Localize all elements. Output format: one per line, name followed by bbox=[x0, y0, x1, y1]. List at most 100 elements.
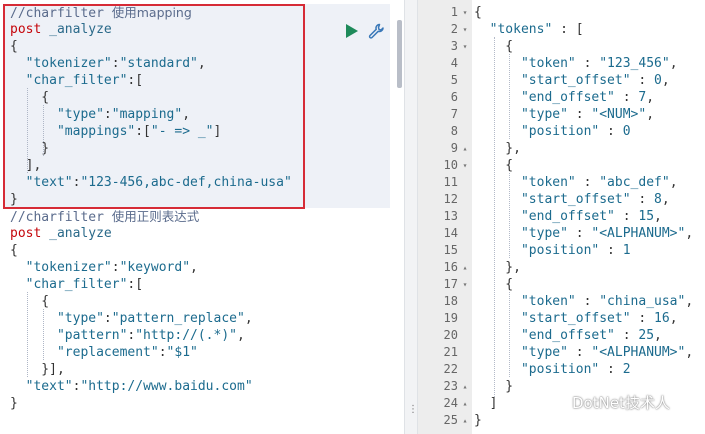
output-code: "position" : 2 bbox=[474, 361, 631, 378]
code-line[interactable]: //charfilter 使用mapping bbox=[10, 4, 192, 21]
code-token: "mapping" bbox=[111, 107, 183, 122]
code-token: , bbox=[197, 56, 206, 71]
fold-arrow-up-icon[interactable]: ▴ bbox=[460, 378, 470, 395]
fold-arrow-down-icon[interactable]: ▾ bbox=[460, 157, 470, 174]
watermark: DotNet技术人 bbox=[544, 390, 670, 414]
code-token: "$1" bbox=[166, 345, 198, 360]
play-icon[interactable] bbox=[346, 24, 358, 38]
code-token: "tokenizer" bbox=[10, 260, 112, 275]
code-line[interactable]: post _analyze bbox=[10, 225, 112, 242]
code-token: "mappings" bbox=[10, 124, 136, 139]
code-token: : bbox=[575, 175, 600, 190]
fold-arrow-up-icon[interactable]: ▴ bbox=[460, 140, 470, 157]
code-line[interactable]: { bbox=[10, 89, 49, 106]
code-line[interactable]: "type":"pattern_replace", bbox=[10, 310, 253, 327]
code-token: "type" bbox=[10, 107, 104, 122]
scrollbar-thumb[interactable] bbox=[397, 20, 402, 88]
output-code: } bbox=[474, 412, 482, 429]
line-number: 24 bbox=[443, 396, 458, 410]
fold-arrow-up-icon[interactable]: ▴ bbox=[460, 412, 470, 429]
code-token: }, bbox=[474, 260, 521, 275]
fold-arrow-up-icon[interactable]: ▴ bbox=[460, 259, 470, 276]
code-token: : bbox=[111, 260, 120, 275]
code-line[interactable]: } bbox=[10, 395, 18, 412]
code-token: "type" bbox=[474, 226, 568, 241]
code-token: : bbox=[103, 311, 112, 326]
code-line[interactable]: post _analyze bbox=[10, 21, 112, 38]
code-token: "text" bbox=[10, 379, 73, 394]
request-editor[interactable]: //charfilter 使用mapping post _analyze{ "to… bbox=[0, 0, 404, 434]
output-code: "end_offset" : 25, bbox=[474, 327, 662, 344]
code-token: "<ALPHANUM>" bbox=[591, 226, 686, 241]
pane-resizer[interactable]: ⋮ bbox=[404, 0, 418, 434]
response-viewer[interactable]: 1 ▾{2 ▾ "tokens" : [3 ▾ {4 "token" : "123_4… bbox=[418, 0, 705, 434]
code-token: : bbox=[614, 328, 639, 343]
code-token: ] bbox=[213, 124, 222, 139]
code-token: "http://www.baidu.com" bbox=[80, 379, 253, 394]
watermark-text: DotNet技术人 bbox=[572, 393, 670, 412]
code-line[interactable]: { bbox=[10, 242, 18, 259]
code-token: :[ bbox=[127, 73, 144, 88]
code-line[interactable]: "char_filter":[ bbox=[10, 276, 143, 293]
output-code: "token" : "123_456", bbox=[474, 55, 678, 72]
code-token: : bbox=[630, 311, 655, 326]
code-line[interactable]: "text":"http://www.baidu.com" bbox=[10, 378, 253, 395]
code-token: "end_offset" bbox=[474, 90, 615, 105]
wrench-icon[interactable] bbox=[367, 22, 385, 40]
code-line[interactable]: "mappings":["- => _"] bbox=[10, 123, 221, 140]
indent-guide bbox=[509, 292, 510, 377]
fold-arrow-down-icon[interactable]: ▾ bbox=[460, 38, 470, 55]
code-line[interactable]: "tokenizer":"standard", bbox=[10, 55, 206, 72]
code-token: ] bbox=[474, 396, 498, 411]
code-token: "char_filter" bbox=[10, 73, 128, 88]
code-token: 15 bbox=[638, 209, 655, 224]
line-number: 22 bbox=[443, 362, 458, 376]
line-number: 18 bbox=[443, 294, 458, 308]
code-token: , bbox=[685, 226, 694, 241]
code-line[interactable]: "pattern":"http://(.*)", bbox=[10, 327, 245, 344]
code-token: : bbox=[630, 73, 655, 88]
code-token: { bbox=[10, 243, 18, 258]
output-code: "start_offset" : 8, bbox=[474, 191, 670, 208]
code-token: : bbox=[111, 56, 120, 71]
code-line[interactable]: "replacement":"$1" bbox=[10, 344, 198, 361]
fold-arrow-up-icon[interactable]: ▴ bbox=[460, 395, 470, 412]
fold-arrow-down-icon[interactable]: ▾ bbox=[460, 21, 470, 38]
line-number: 20 bbox=[443, 328, 458, 342]
code-line[interactable]: //charfilter 使用正则表达式 bbox=[10, 208, 199, 225]
code-line[interactable]: "text":"123-456,abc-def,china-usa" bbox=[10, 174, 292, 191]
indent-guide bbox=[43, 105, 44, 156]
code-line[interactable]: ], bbox=[10, 157, 42, 174]
code-token: :[ bbox=[127, 277, 144, 292]
output-code: "end_offset" : 7, bbox=[474, 89, 654, 106]
code-line[interactable]: { bbox=[10, 38, 18, 55]
code-token: , bbox=[661, 73, 670, 88]
code-token: : bbox=[575, 294, 600, 309]
code-token: "<ALPHANUM>" bbox=[591, 345, 686, 360]
code-token: { bbox=[474, 5, 482, 20]
code-token: "- => _" bbox=[150, 124, 214, 139]
code-line[interactable]: } bbox=[10, 191, 18, 208]
code-line[interactable]: { bbox=[10, 293, 49, 310]
code-token: 2 bbox=[622, 362, 631, 377]
code-token: 使用mapping bbox=[111, 5, 192, 20]
code-token: : bbox=[575, 56, 600, 71]
code-token: "123_456" bbox=[599, 56, 670, 71]
output-code: "token" : "abc_def", bbox=[474, 174, 678, 191]
fold-arrow-down-icon[interactable]: ▾ bbox=[460, 276, 470, 293]
output-code: "position" : 1 bbox=[474, 242, 631, 259]
code-token: , bbox=[646, 107, 655, 122]
code-token: "standard" bbox=[119, 56, 198, 71]
code-line[interactable]: "char_filter":[ bbox=[10, 72, 143, 89]
code-line[interactable]: "type":"mapping", bbox=[10, 106, 190, 123]
code-token: "http://(.*)" bbox=[135, 328, 237, 343]
code-token: , bbox=[646, 90, 655, 105]
code-line[interactable]: "tokenizer":"keyword", bbox=[10, 259, 198, 276]
code-token: : bbox=[599, 124, 623, 139]
code-token: , bbox=[685, 345, 694, 360]
code-line[interactable]: }], bbox=[10, 361, 65, 378]
fold-arrow-down-icon[interactable]: ▾ bbox=[460, 4, 470, 21]
resize-handle-icon[interactable]: ⋮ bbox=[408, 405, 418, 415]
code-token: , bbox=[236, 328, 245, 343]
code-token: } bbox=[10, 192, 18, 207]
